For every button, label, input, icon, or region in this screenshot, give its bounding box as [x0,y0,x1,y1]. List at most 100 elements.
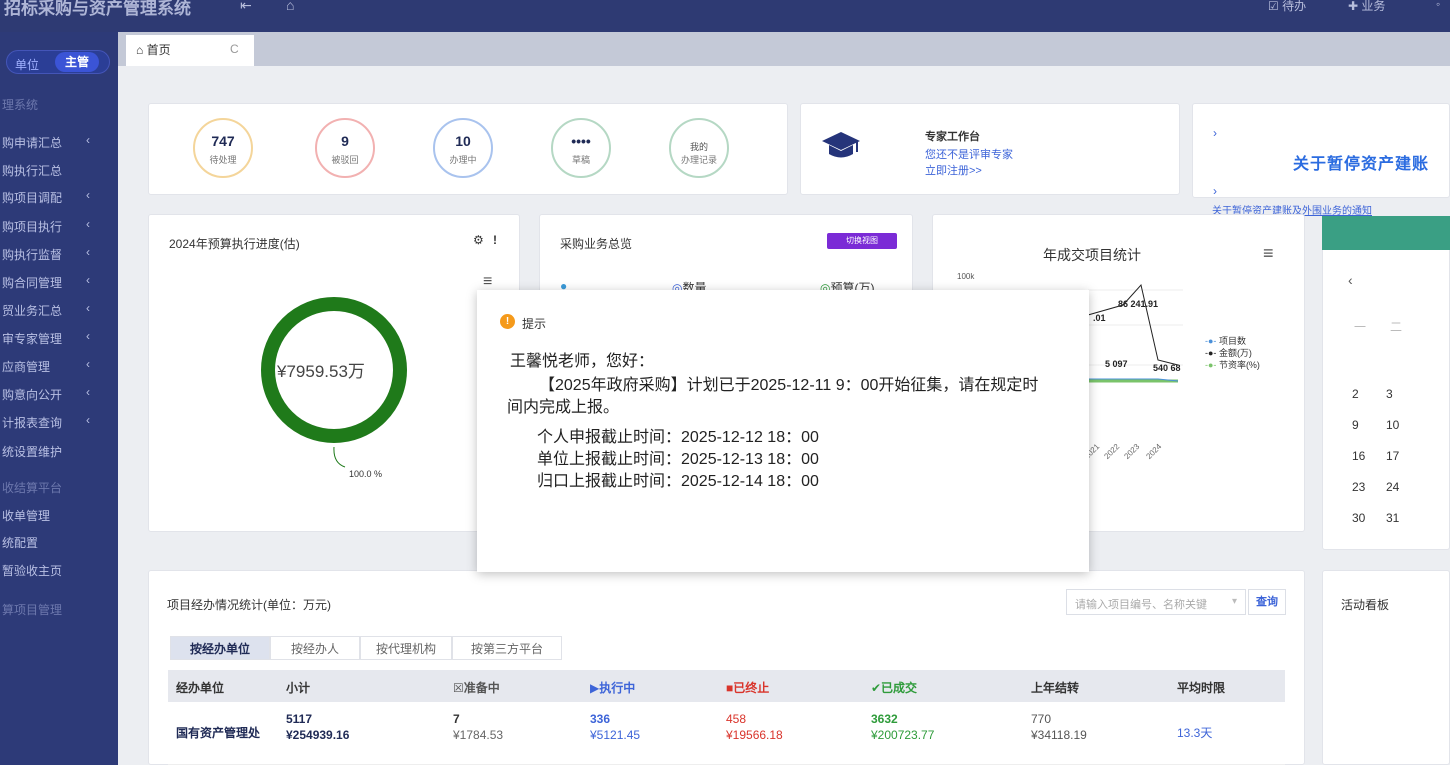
sidebar-item[interactable]: 购项目执行 ‹ [0,216,118,236]
sidebar-item[interactable]: 购项目调配 ‹ [0,187,118,207]
stat-number: 747 [211,133,235,149]
sidebar-item[interactable]: 统配置 [0,532,118,552]
sidebar-item[interactable]: 暂验收主页 [0,560,118,580]
stat-circle[interactable]: •••• 草稿 [551,118,611,178]
calendar-day[interactable]: 30 [1352,511,1365,525]
stat-circle[interactable]: 9 被驳回 [315,118,375,178]
row-term-amount: ¥19566.18 [726,728,783,742]
dialog-deadline-personal: 个人申报截止时间：2025-12-12 18：00 [537,429,819,446]
chevron-left-icon: ‹ [86,188,90,202]
sidebar-item-label: 理系统 [2,98,39,112]
sidebar-item[interactable]: 购意向公开 ‹ [0,384,118,404]
sidebar-item: 算项目管理 [0,599,118,619]
column-header[interactable]: ✔已成交 [871,679,917,696]
budget-menu-icon[interactable]: ≡ [483,273,492,291]
stat-caption: 草稿 [571,155,590,165]
dialog-title: 提示 [522,317,547,331]
sidebar-item-label: 购意向公开 [2,388,63,402]
sidebar-item-label: 购申请汇总 [2,136,63,150]
stat-circle[interactable]: 747 待处理 [193,118,253,178]
sidebar-item[interactable]: 购合同管理 ‹ [0,272,118,292]
stat-caption: 被驳回 [331,155,359,165]
refresh-icon[interactable]: C [230,42,239,56]
notice-next-arrow[interactable]: › [1213,184,1217,197]
calendar-day[interactable]: 24 [1386,480,1399,494]
sidebar-item[interactable]: 计报表查询 ‹ [0,412,118,432]
sidebar-item[interactable]: 购申请汇总 ‹ [0,132,118,152]
alert-icon[interactable]: ! [493,233,497,247]
sidebar-item[interactable]: 贸业务汇总 ‹ [0,300,118,320]
legend-entry[interactable]: -●- 节资率(%) [1205,358,1260,371]
sidebar-item-label: 收单管理 [2,509,51,523]
sidebar-item[interactable]: 应商管理 ‹ [0,356,118,376]
expert-register-link[interactable]: 立即注册>> [925,162,982,178]
sidebar-item-label: 购项目执行 [2,220,63,234]
business-button[interactable]: ✚ 业务 [1348,0,1385,14]
column-header[interactable]: 上年结转 [1031,679,1079,696]
role-admin-option[interactable]: 主管 [55,52,99,72]
stat-caption: 待处理 [209,155,237,165]
calendar-prev-button[interactable]: ‹ [1348,272,1353,288]
legend-label: 项目数 [1218,336,1246,346]
more-icon[interactable]: ◦ [1436,0,1440,11]
chevron-left-icon: ‹ [86,413,90,427]
calendar-day[interactable]: 17 [1386,449,1399,463]
calendar-day[interactable]: 2 [1352,387,1359,401]
column-header[interactable]: 经办单位 [176,679,224,696]
home-icon[interactable]: ⌂ [286,0,294,13]
tab-home[interactable]: ⌂ 首页 C [126,35,254,66]
tab-group-by[interactable]: 按代理机构 [360,636,452,660]
row-exec-count[interactable]: 336 [590,712,610,726]
sidebar-item-label: 购项目调配 [2,191,63,205]
todo-button[interactable]: ☑ 待办 [1268,0,1306,14]
tab-group-by[interactable]: 按经办人 [270,636,360,660]
search-button[interactable]: 查询 [1248,589,1286,615]
tab-group-by[interactable]: 按第三方平台 [452,636,562,660]
search-dropdown-icon[interactable]: ▾ [1232,596,1237,607]
row-carry-count[interactable]: 770 [1031,712,1051,726]
calendar-day[interactable]: 31 [1386,511,1399,525]
row-unit[interactable]: 国有资产管理处 [176,724,260,741]
sidebar-item[interactable]: 收单管理 [0,505,118,525]
collapse-icon[interactable]: ⇤ [240,0,252,14]
calendar-day[interactable]: 10 [1386,418,1399,432]
column-header[interactable]: ☒准备中 [453,679,500,696]
sidebar-item[interactable]: 购执行汇总 [0,160,118,180]
year-stats-menu-icon[interactable]: ≡ [1263,243,1274,264]
calendar-weekday: 一 [1354,320,1367,334]
x-axis-tick: 2023 [1122,442,1142,461]
project-search-input[interactable]: 请输入项目编号、名称关键 [1066,589,1246,615]
calendar-day[interactable]: 3 [1386,387,1393,401]
calendar-day[interactable]: 16 [1352,449,1365,463]
column-header[interactable]: 小计 [286,679,310,696]
column-header[interactable]: 平均时限 [1177,679,1225,696]
tab-group-by[interactable]: 按经办单位 [170,636,270,660]
column-header[interactable]: ▶执行中 [590,679,635,696]
expert-card: 专家工作台 您还不是评审专家 立即注册>> [800,103,1180,195]
role-unit-option[interactable]: 单位 [15,56,39,73]
stat-number: 9 [341,133,349,149]
stat-caption: 办理中 [449,155,477,165]
sidebar-item[interactable]: 审专家管理 ‹ [0,328,118,348]
row-prep-count[interactable]: 7 [453,712,460,726]
settings-icon[interactable]: ⚙ [473,233,484,247]
x-axis-tick: 2024 [1144,442,1164,461]
sidebar-item-label: 统设置维护 [2,445,63,459]
budget-panel-title: 2024年预算执行进度(估) [169,237,300,251]
switch-view-badge[interactable]: 切换视图 [827,233,897,249]
sidebar-item-label: 算项目管理 [2,603,63,617]
calendar-day[interactable]: 23 [1352,480,1365,494]
calendar-day[interactable]: 9 [1352,418,1359,432]
expert-status-link[interactable]: 您还不是评审专家 [925,146,1013,162]
stat-circle[interactable]: 我的 办理记录 [669,118,729,178]
sidebar-item[interactable]: 统设置维护 [0,441,118,461]
legend-marker-icon: -●- [1205,348,1219,358]
notice-prev-arrow[interactable]: › [1213,126,1217,140]
notice-headline[interactable]: 关于暂停资产建账 [1293,150,1429,174]
row-term-count[interactable]: 458 [726,712,746,726]
sidebar-item[interactable]: 购执行监督 ‹ [0,244,118,264]
stat-circle[interactable]: 10 办理中 [433,118,493,178]
row-done-count[interactable]: 3632 [871,712,898,726]
column-header[interactable]: ■已终止 [726,679,769,696]
role-switch[interactable]: 单位 主管 [6,50,110,74]
